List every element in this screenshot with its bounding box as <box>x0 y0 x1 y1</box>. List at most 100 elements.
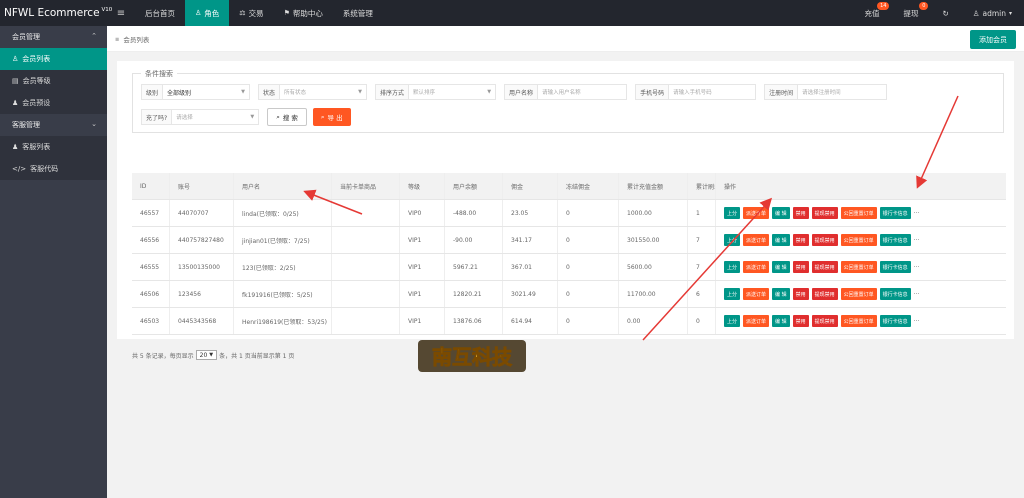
dispatch-order-button[interactable]: 派送订单 <box>743 261 770 273</box>
dispatch-order-button[interactable]: 派送订单 <box>743 315 770 327</box>
table-row: 46503 0445343568 Henri198619(已领取：53/25) VIP… <box>132 308 1006 335</box>
brand-logo[interactable]: NFWL Ecommerce V10 <box>0 0 112 26</box>
table-header-cell: 等级 <box>400 173 445 199</box>
add-points-button[interactable]: 上分 <box>724 261 741 273</box>
export-button[interactable]: ⌕ 导 出 <box>312 108 351 126</box>
more-actions-icon[interactable]: ··· <box>914 291 920 298</box>
nav-trade[interactable]: ⚖ 交易 <box>229 0 273 26</box>
bank-card-button[interactable]: 银行卡信息 <box>879 207 911 219</box>
edit-button[interactable]: 编 辑 <box>772 288 790 300</box>
nav-help[interactable]: ⚑ 帮助中心 <box>274 0 333 26</box>
edit-button[interactable]: 编 辑 <box>772 234 790 246</box>
sidebar-item-service-code[interactable]: </> 客服代码 <box>0 158 107 180</box>
complete-select[interactable]: 请选择 ▼ <box>171 109 260 125</box>
nav-home[interactable]: 后台首页 <box>135 0 185 26</box>
sidebar-group-members[interactable]: 会员管理 ⌃ <box>0 26 107 48</box>
table-header-cell: ID <box>132 173 170 199</box>
table-cell <box>332 308 400 334</box>
add-member-button[interactable]: 添加会员 <box>970 30 1016 49</box>
table-cell <box>332 254 400 280</box>
dispatch-order-button[interactable]: 派送订单 <box>743 207 770 219</box>
code-icon: </> <box>12 165 27 173</box>
withdraw-disable-button[interactable]: 提现禁用 <box>811 288 838 300</box>
reset-order-button[interactable]: 公回重置订单 <box>840 288 877 300</box>
withdraw-disable-button[interactable]: 提现禁用 <box>811 207 838 219</box>
withdraw-disable-button[interactable]: 提现禁用 <box>811 261 838 273</box>
nav-help-label: 帮助中心 <box>292 8 323 18</box>
more-actions-icon[interactable]: ··· <box>914 237 920 244</box>
disable-button[interactable]: 禁用 <box>792 234 809 246</box>
main-content: ▪ 会员列表 添加会员 条件搜索 级别 全部级别 ▼ 状态 所有状态 ▼ 排序方式 … <box>107 26 1024 498</box>
caret-down-icon: ▼ <box>358 89 363 95</box>
person-icon: ♙ <box>195 9 202 17</box>
sidebar-item-member-list[interactable]: ♙ 会员列表 <box>0 48 107 70</box>
bank-card-button[interactable]: 银行卡信息 <box>879 234 911 246</box>
withdraw-disable-button[interactable]: 提现禁用 <box>811 315 838 327</box>
sidebar-item-member-preset[interactable]: ♟ 会员预设 <box>0 92 107 114</box>
bank-card-button[interactable]: 银行卡信息 <box>879 315 911 327</box>
level-select[interactable]: 全部级别 ▼ <box>162 84 251 100</box>
sidebar-group-service[interactable]: 客服管理 ⌄ <box>0 114 107 136</box>
user-menu[interactable]: ♙ admin ▾ <box>961 0 1024 26</box>
sidebar-item-label: 客服列表 <box>22 143 51 151</box>
nav-role[interactable]: ♙ 角色 <box>185 0 230 26</box>
nav-system[interactable]: 系统管理 <box>333 0 383 26</box>
table-cell: 0.00 <box>619 308 688 334</box>
level-filter: 级别 全部级别 ▼ <box>141 84 251 100</box>
more-actions-icon[interactable]: ··· <box>914 318 920 325</box>
dispatch-order-button[interactable]: 派送订单 <box>743 288 770 300</box>
phone-label: 手机号码 <box>635 84 669 100</box>
regtime-input[interactable]: 请选择注册时间 <box>797 84 888 100</box>
more-actions-icon[interactable]: ··· <box>914 264 920 271</box>
breadcrumb-dot-icon: ▪ <box>115 34 120 43</box>
add-points-button[interactable]: 上分 <box>724 315 741 327</box>
search-button[interactable]: ⌕ 搜 索 <box>267 108 307 126</box>
phone-input[interactable]: 请输入手机号码 <box>668 84 757 100</box>
table-header-cell: 当前卡单商品 <box>332 173 400 199</box>
table-cell: 0 <box>558 308 619 334</box>
table-cell: 1000.00 <box>619 200 688 226</box>
top-right-actions: 充值 14 提现 0 ↻ ♙ admin ▾ <box>852 0 1024 26</box>
disable-button[interactable]: 禁用 <box>792 261 809 273</box>
reset-order-button[interactable]: 公回重置订单 <box>840 234 877 246</box>
sidebar-item-service-list[interactable]: ♟ 客服列表 <box>0 136 107 158</box>
dispatch-order-button[interactable]: 派送订单 <box>743 234 770 246</box>
more-actions-icon[interactable]: ··· <box>914 210 920 217</box>
edit-button[interactable]: 编 辑 <box>772 207 790 219</box>
sidebar-item-member-level[interactable]: ▤ 会员等级 <box>0 70 107 92</box>
username-input[interactable]: 请输入用户名称 <box>537 84 628 100</box>
reset-order-button[interactable]: 公回重置订单 <box>840 315 877 327</box>
recharge-link[interactable]: 充值 14 <box>852 0 891 26</box>
status-select[interactable]: 所有状态 ▼ <box>279 84 368 100</box>
disable-button[interactable]: 禁用 <box>792 315 809 327</box>
recharge-badge: 14 <box>877 2 890 10</box>
page-size-value: 20 <box>199 351 208 359</box>
row-actions: 上分 派送订单编 辑禁用 提现禁用 公回重置订单 银行卡信息 ··· <box>716 281 1006 307</box>
disable-button[interactable]: 禁用 <box>792 288 809 300</box>
regtime-filter: 注册时间 请选择注册时间 <box>764 84 888 100</box>
filter-row-1: 级别 全部级别 ▼ 状态 所有状态 ▼ 排序方式 默认排序 ▼ 用户名称 请输入用户名… <box>141 84 895 100</box>
edit-button[interactable]: 编 辑 <box>772 315 790 327</box>
breadcrumb-current: 会员列表 <box>123 35 150 44</box>
table-cell <box>332 281 400 307</box>
reset-order-button[interactable]: 公回重置订单 <box>840 261 877 273</box>
status-filter: 状态 所有状态 ▼ <box>258 84 368 100</box>
page-size-select[interactable]: 20 ▼ <box>195 350 218 360</box>
add-points-button[interactable]: 上分 <box>724 207 741 219</box>
bank-card-button[interactable]: 银行卡信息 <box>879 288 911 300</box>
reset-order-button[interactable]: 公回重置订单 <box>840 207 877 219</box>
bank-card-button[interactable]: 银行卡信息 <box>879 261 911 273</box>
add-points-button[interactable]: 上分 <box>724 234 741 246</box>
withdraw-link[interactable]: 提现 0 <box>891 0 930 26</box>
table-cell: 13876.06 <box>445 308 503 334</box>
withdraw-disable-button[interactable]: 提现禁用 <box>811 234 838 246</box>
disable-button[interactable]: 禁用 <box>792 207 809 219</box>
table-cell: 614.94 <box>503 308 558 334</box>
edit-button[interactable]: 编 辑 <box>772 261 790 273</box>
add-points-button[interactable]: 上分 <box>724 288 741 300</box>
table-row: 46556 440757827480 jinjian01(已领取：7/25) VIP1… <box>132 227 1006 254</box>
sort-select[interactable]: 默认排序 ▼ <box>408 84 497 100</box>
refresh-icon[interactable]: ↻ <box>930 0 960 26</box>
table-header-row: ID账号用户名当前卡单商品等级用户余额佣金冻结佣金累计充值金额累计刷单操作 <box>132 173 1006 200</box>
breadcrumb: ▪ 会员列表 添加会员 <box>107 26 1024 52</box>
